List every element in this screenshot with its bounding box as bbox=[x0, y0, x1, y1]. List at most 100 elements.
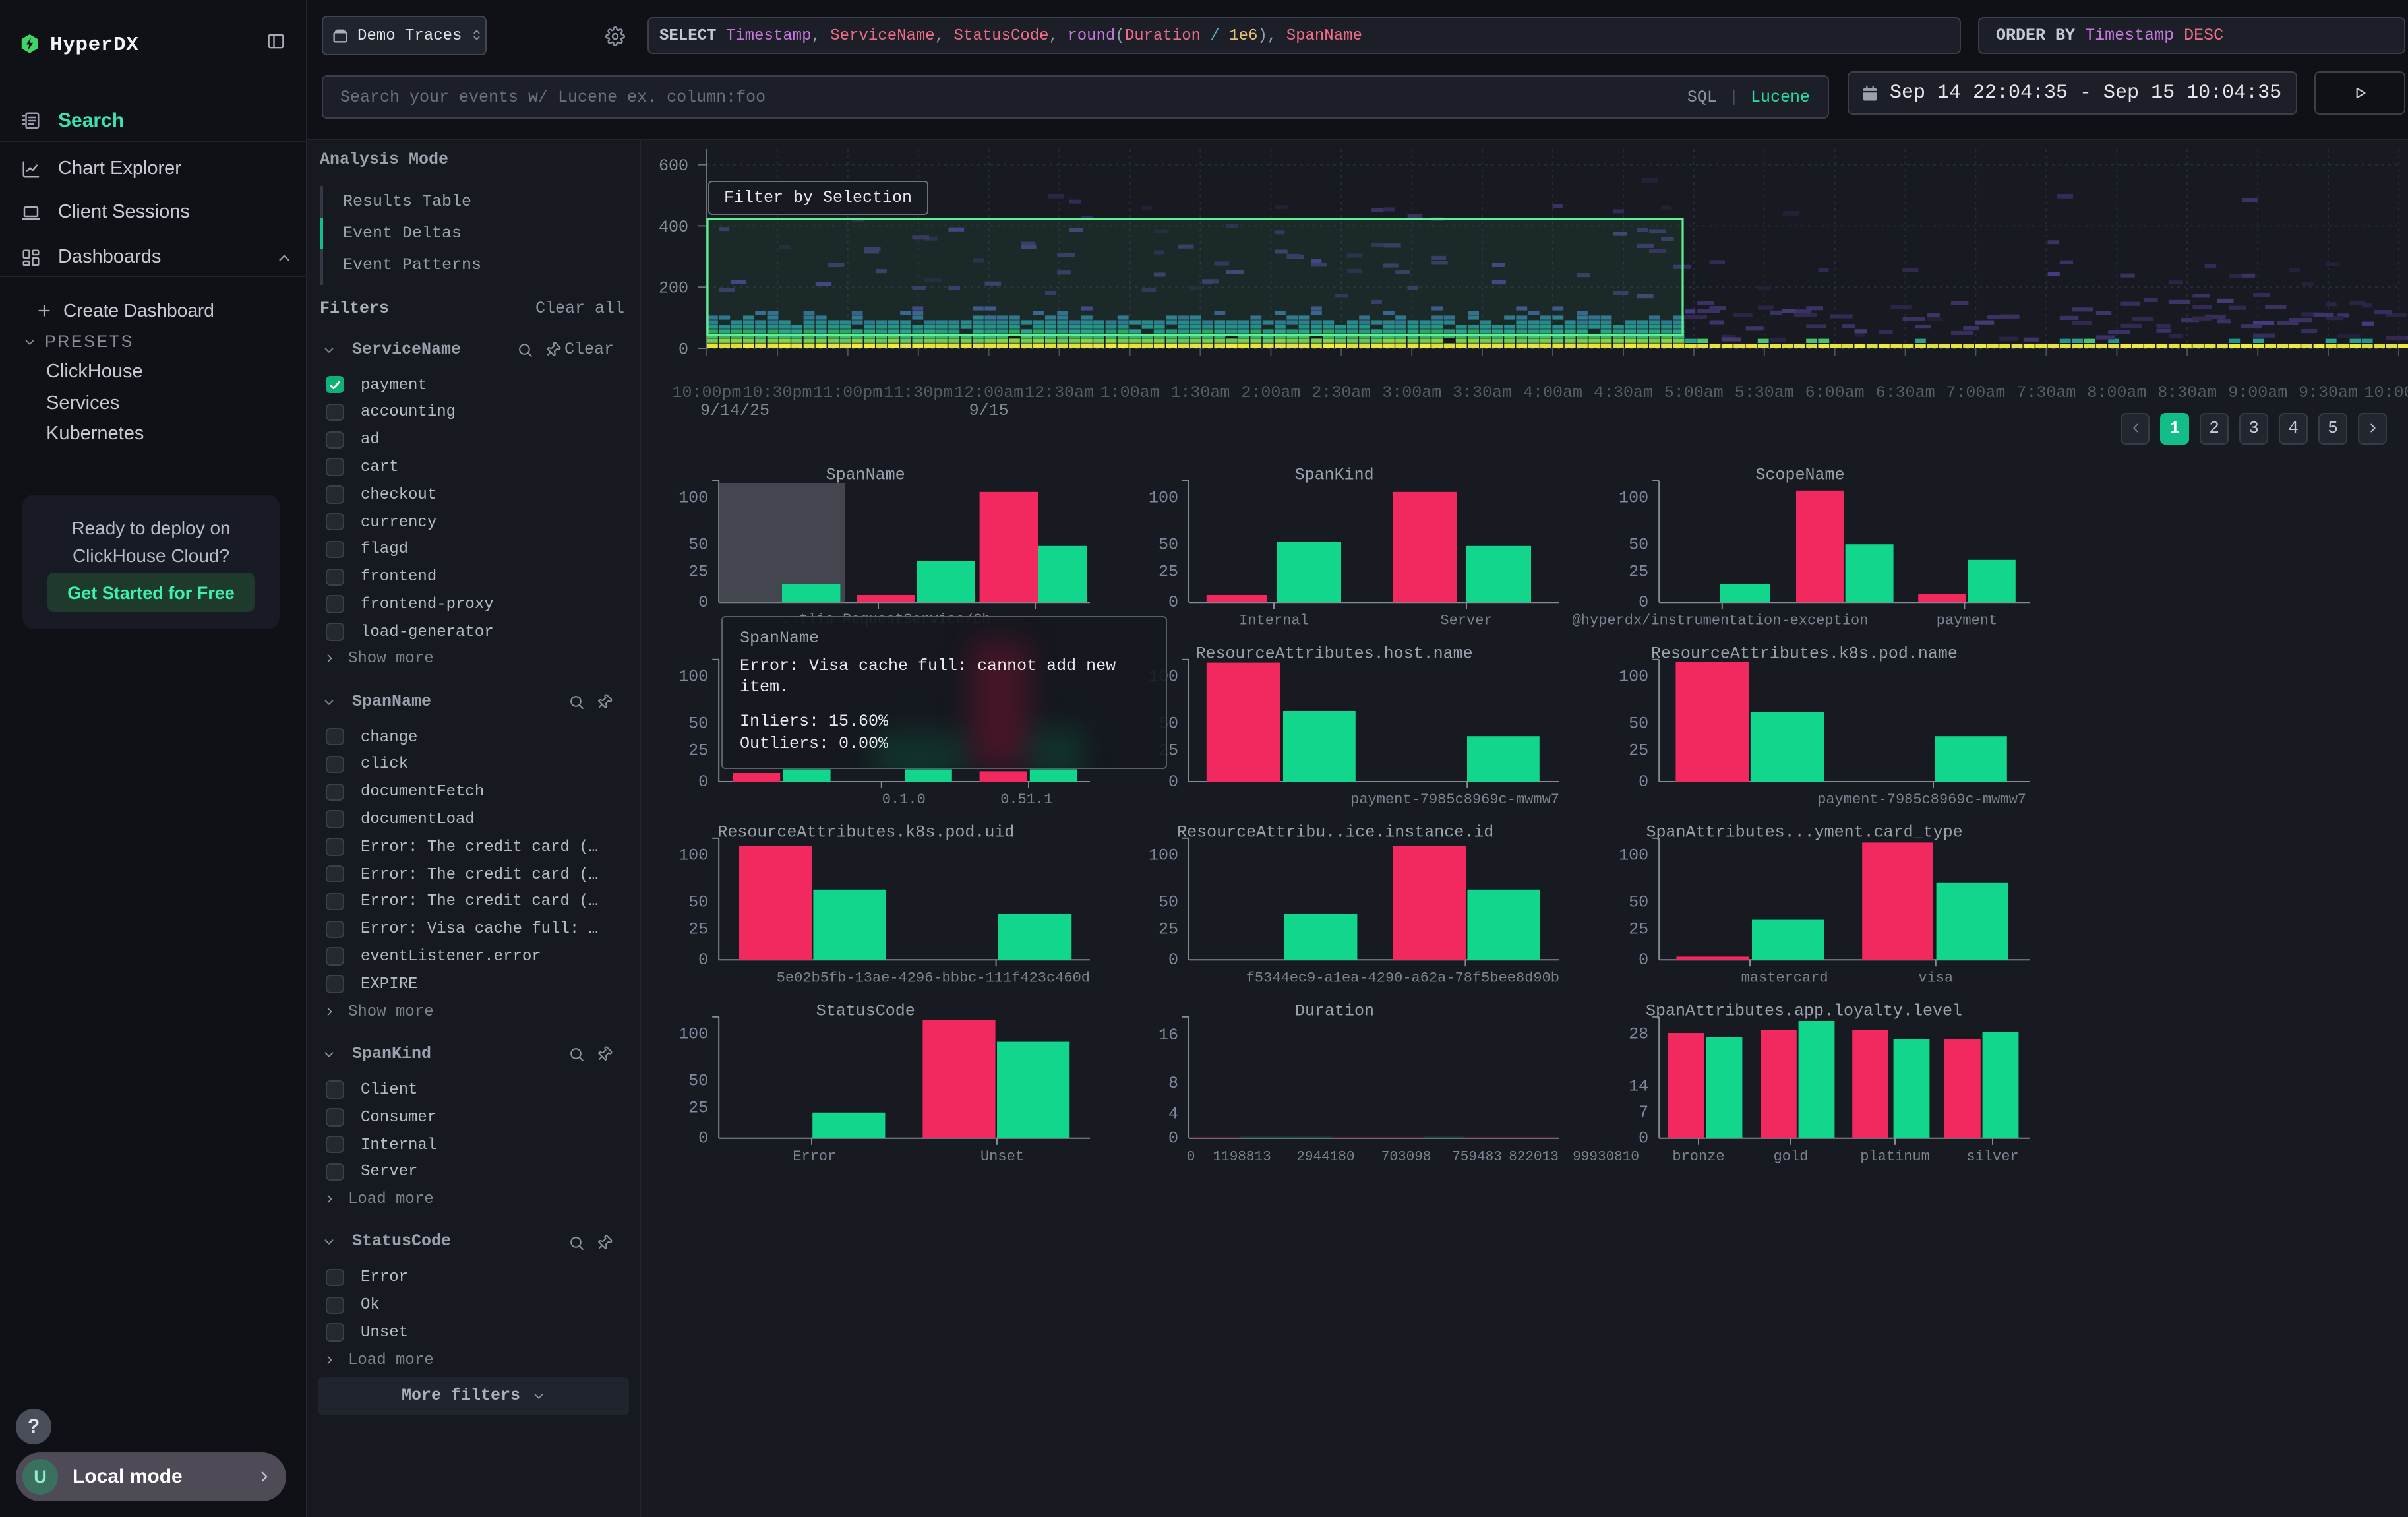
svg-text:9/14/25: 9/14/25 bbox=[700, 401, 769, 420]
svg-text:8:00am: 8:00am bbox=[2087, 383, 2146, 402]
svg-text:25: 25 bbox=[1159, 920, 1178, 939]
svg-text:0.1.0: 0.1.0 bbox=[882, 791, 926, 808]
svg-text:16: 16 bbox=[1159, 1026, 1178, 1045]
svg-text:25: 25 bbox=[688, 741, 708, 760]
svg-text:50: 50 bbox=[1159, 893, 1178, 912]
svg-text:0: 0 bbox=[1168, 772, 1178, 791]
svg-text:7:00am: 7:00am bbox=[1946, 383, 2005, 402]
svg-text:@hyperdx/instrumentation-excep: @hyperdx/instrumentation-exception bbox=[1573, 612, 1869, 629]
svg-text:100: 100 bbox=[1619, 667, 1648, 686]
svg-text:703098: 703098 bbox=[1381, 1150, 1431, 1165]
svg-text:0: 0 bbox=[698, 593, 708, 612]
svg-text:SpanName: SpanName bbox=[826, 466, 905, 485]
svg-text:759483: 759483 bbox=[1452, 1150, 1502, 1165]
svg-text:50: 50 bbox=[688, 1072, 708, 1091]
svg-text:0: 0 bbox=[1639, 593, 1648, 612]
svg-text:100: 100 bbox=[1619, 488, 1648, 507]
svg-text:Duration: Duration bbox=[1295, 1002, 1374, 1021]
svg-text:ResourceAttributes.host.name: ResourceAttributes.host.name bbox=[1196, 644, 1473, 664]
svg-text:50: 50 bbox=[688, 714, 708, 733]
svg-text:ScopeName: ScopeName bbox=[1755, 466, 1844, 485]
svg-text:200: 200 bbox=[659, 279, 688, 298]
svg-text:0: 0 bbox=[678, 340, 688, 359]
svg-text:25: 25 bbox=[688, 563, 708, 582]
svg-text:100: 100 bbox=[1149, 488, 1178, 507]
svg-text:bronze: bronze bbox=[1672, 1148, 1724, 1165]
svg-text:25: 25 bbox=[1629, 741, 1648, 760]
svg-text:Internal: Internal bbox=[1239, 612, 1309, 629]
svg-text:4:00am: 4:00am bbox=[1523, 383, 1582, 402]
svg-text:11:00pm: 11:00pm bbox=[813, 383, 882, 402]
svg-text:50: 50 bbox=[688, 893, 708, 912]
svg-text:platinum: platinum bbox=[1860, 1148, 1930, 1165]
svg-text:Server: Server bbox=[1440, 612, 1492, 629]
svg-text:visa: visa bbox=[1918, 970, 1953, 986]
svg-text:SpanAttributes.app.loyalty.lev: SpanAttributes.app.loyalty.level bbox=[1646, 1002, 1962, 1021]
svg-text:3:30am: 3:30am bbox=[1453, 383, 1512, 402]
svg-text:mastercard: mastercard bbox=[1741, 970, 1828, 986]
svg-text:100: 100 bbox=[1619, 846, 1648, 865]
svg-text:ResourceAttributes.k8s.pod.nam: ResourceAttributes.k8s.pod.name bbox=[1651, 644, 1958, 664]
svg-text:Error: Error bbox=[793, 1148, 836, 1165]
svg-text:100: 100 bbox=[678, 846, 708, 865]
svg-text:5:00am: 5:00am bbox=[1664, 383, 1724, 402]
svg-text:25: 25 bbox=[1159, 563, 1178, 582]
svg-text:9:30am: 9:30am bbox=[2299, 383, 2358, 402]
svg-text:payment-7985c8969c-mwmw7: payment-7985c8969c-mwmw7 bbox=[1817, 791, 2026, 808]
svg-text:Unset: Unset bbox=[980, 1148, 1024, 1165]
svg-text:6:00am: 6:00am bbox=[1805, 383, 1865, 402]
svg-text:ResourceAttribu..ice.instance.: ResourceAttribu..ice.instance.id bbox=[1177, 823, 1493, 842]
svg-text:4:30am: 4:30am bbox=[1594, 383, 1653, 402]
svg-text:100: 100 bbox=[678, 667, 708, 686]
svg-text:822013: 822013 bbox=[1509, 1150, 1559, 1165]
svg-text:1198813: 1198813 bbox=[1213, 1150, 1271, 1165]
svg-text:0: 0 bbox=[1168, 593, 1178, 612]
svg-text:0: 0 bbox=[1168, 950, 1178, 970]
svg-text:payment: payment bbox=[1937, 612, 1997, 629]
svg-text:3:00am: 3:00am bbox=[1382, 383, 1441, 402]
svg-text:9:00am: 9:00am bbox=[2228, 383, 2287, 402]
svg-text:SpanKind: SpanKind bbox=[1295, 466, 1374, 485]
svg-text:8:30am: 8:30am bbox=[2157, 383, 2217, 402]
svg-text:0: 0 bbox=[1187, 1150, 1195, 1165]
svg-text:silver: silver bbox=[1966, 1148, 2018, 1165]
svg-text:12:30am: 12:30am bbox=[1025, 383, 1094, 402]
svg-text:0: 0 bbox=[1168, 1129, 1178, 1148]
svg-text:0: 0 bbox=[1639, 950, 1648, 970]
svg-text:400: 400 bbox=[659, 218, 688, 237]
svg-text:50: 50 bbox=[1629, 536, 1648, 555]
svg-text:0: 0 bbox=[1639, 772, 1648, 791]
svg-text:100: 100 bbox=[678, 488, 708, 507]
svg-text:10:00pm: 10:00pm bbox=[672, 383, 741, 402]
svg-text:50: 50 bbox=[1159, 536, 1178, 555]
svg-text:600: 600 bbox=[659, 156, 688, 175]
svg-text:25: 25 bbox=[1629, 563, 1648, 582]
svg-text:50: 50 bbox=[1629, 714, 1648, 733]
svg-text:11:30pm: 11:30pm bbox=[884, 383, 953, 402]
svg-text:12:00am: 12:00am bbox=[954, 383, 1023, 402]
svg-text:ResourceAttributes.k8s.pod.uid: ResourceAttributes.k8s.pod.uid bbox=[717, 823, 1014, 842]
svg-text:7:30am: 7:30am bbox=[2016, 383, 2076, 402]
svg-text:25: 25 bbox=[1629, 920, 1648, 939]
svg-text:99930810: 99930810 bbox=[1573, 1150, 1639, 1165]
svg-text:100: 100 bbox=[1149, 846, 1178, 865]
svg-text:0: 0 bbox=[698, 772, 708, 791]
svg-text:25: 25 bbox=[688, 1099, 708, 1118]
svg-text:5:30am: 5:30am bbox=[1735, 383, 1794, 402]
svg-text:2:00am: 2:00am bbox=[1241, 383, 1300, 402]
svg-text:2944180: 2944180 bbox=[1296, 1150, 1354, 1165]
svg-text:6:30am: 6:30am bbox=[1876, 383, 1935, 402]
svg-text:8: 8 bbox=[1168, 1074, 1178, 1093]
svg-text:0: 0 bbox=[698, 1129, 708, 1148]
svg-text:gold: gold bbox=[1774, 1148, 1809, 1165]
svg-text:0: 0 bbox=[1639, 1129, 1648, 1148]
svg-text:14: 14 bbox=[1629, 1077, 1648, 1096]
svg-text:0: 0 bbox=[698, 950, 708, 970]
svg-text:9/15: 9/15 bbox=[969, 401, 1009, 420]
svg-text:1:00am: 1:00am bbox=[1100, 383, 1160, 402]
svg-text:50: 50 bbox=[688, 536, 708, 555]
svg-text:4: 4 bbox=[1168, 1104, 1178, 1123]
svg-text:50: 50 bbox=[1629, 893, 1648, 912]
svg-text:7: 7 bbox=[1639, 1103, 1648, 1122]
svg-text:10:30pm: 10:30pm bbox=[742, 383, 812, 402]
